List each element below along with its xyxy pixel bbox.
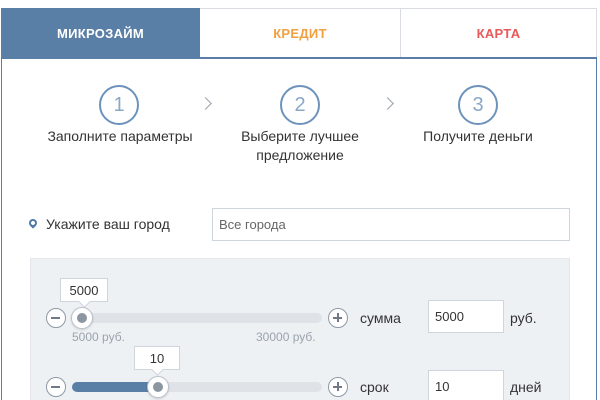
step-2-circle: 2	[280, 85, 320, 125]
step-2-line1: Выберите лучшее	[241, 128, 359, 144]
amount-unit: руб.	[510, 310, 537, 326]
step-1-label: Заполните параметры	[20, 127, 220, 146]
term-slider-thumb[interactable]	[146, 376, 169, 398]
term-plus-button[interactable]	[328, 377, 348, 397]
amount-slider-track[interactable]	[72, 313, 322, 323]
step-1-line1: Заполните параметры	[47, 128, 193, 144]
term-input[interactable]	[428, 370, 504, 400]
step-3-circle: 3	[458, 85, 498, 125]
amount-tooltip: 5000	[60, 278, 108, 302]
minus-icon	[51, 386, 60, 388]
city-input[interactable]	[212, 208, 570, 241]
term-unit: дней	[510, 379, 542, 395]
amount-plus-button[interactable]	[328, 308, 348, 328]
term-minus-button[interactable]	[46, 377, 66, 397]
amount-input[interactable]	[428, 300, 504, 333]
amount-min-label: 5000 руб.	[72, 330, 125, 344]
amount-max-label: 30000 руб.	[256, 330, 316, 344]
step-3-line1: Получите деньги	[423, 128, 533, 144]
product-tabs: МИКРОЗАЙМ КРЕДИТ КАРТА	[1, 8, 597, 58]
step-3-label: Получите деньги	[378, 127, 578, 146]
step-1-circle: 1	[99, 85, 139, 125]
term-tooltip-value: 10	[149, 350, 165, 366]
city-label: Укажите ваш город	[46, 216, 170, 232]
amount-slider-thumb[interactable]	[71, 307, 93, 329]
amount-minus-button[interactable]	[46, 308, 66, 328]
amount-label: сумма	[360, 310, 401, 326]
step-2-number: 2	[294, 93, 306, 116]
step-2-line2: предложение	[256, 147, 344, 163]
amount-tooltip-value: 5000	[69, 282, 99, 298]
term-label: срок	[360, 379, 389, 395]
term-slider-fill	[72, 382, 158, 392]
step-2-label: Выберите лучшее предложение	[200, 127, 400, 165]
tab-microloan[interactable]: МИКРОЗАЙМ	[1, 8, 200, 58]
step-1-number: 1	[113, 93, 125, 116]
tab-card[interactable]: КАРТА	[400, 8, 597, 58]
term-tooltip: 10	[134, 346, 180, 370]
minus-icon	[51, 317, 60, 319]
tab-credit[interactable]: КРЕДИТ	[200, 8, 401, 58]
step-3-number: 3	[472, 93, 484, 116]
term-slider-track[interactable]	[72, 382, 322, 392]
